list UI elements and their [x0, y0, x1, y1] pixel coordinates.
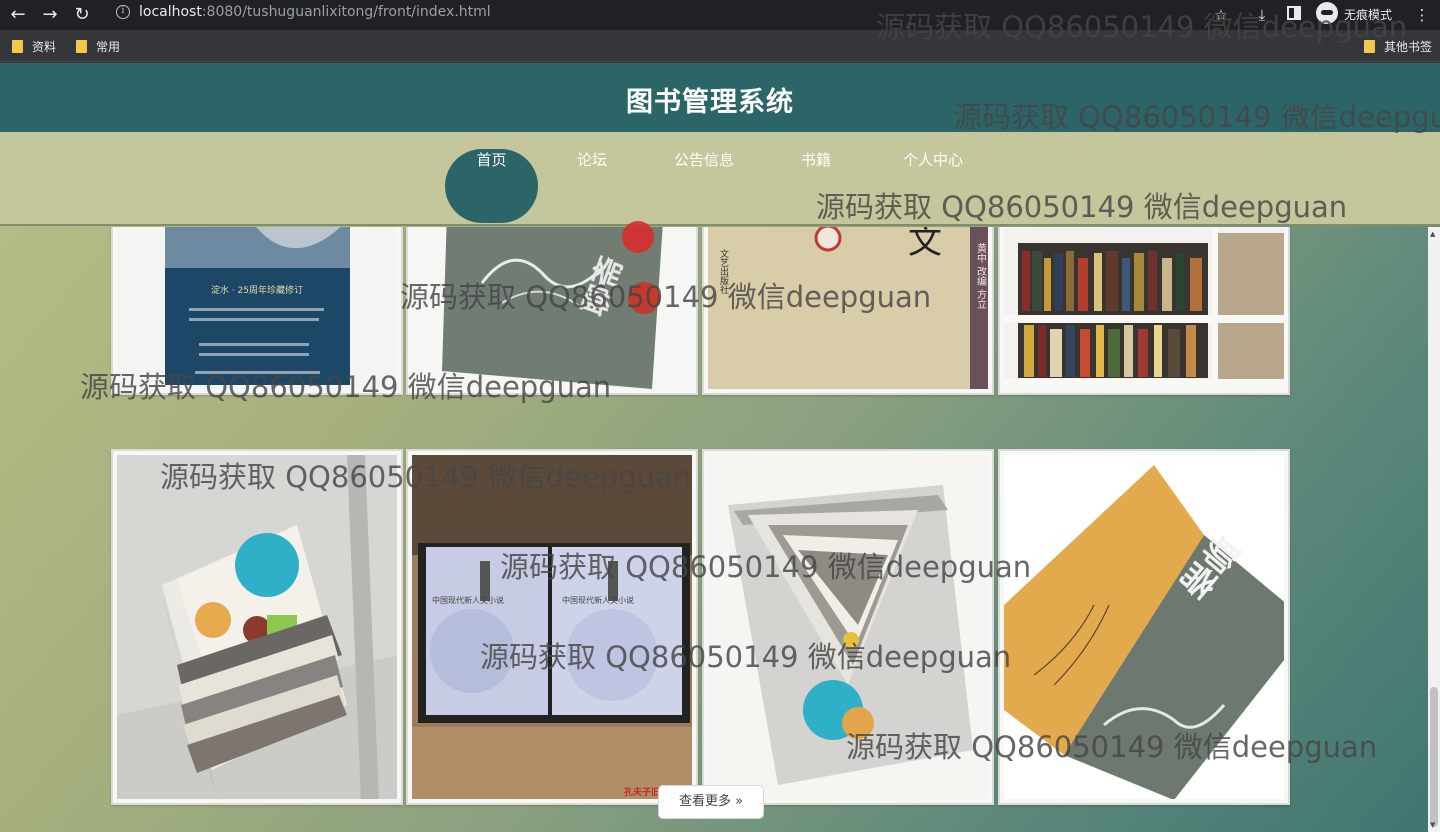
book-card[interactable]: 中国现代新人文小说 中国现代新人文小说 孔夫子旧书网	[406, 449, 698, 805]
watermark: 源码获取 QQ86050149 微信deepguan	[480, 640, 1012, 674]
page-scrollbar[interactable]: ▲ ▼	[1428, 227, 1440, 832]
book-card[interactable]	[998, 227, 1290, 395]
scroll-thumb[interactable]	[1430, 687, 1438, 827]
cursor-highlight	[622, 221, 654, 253]
book-card[interactable]	[111, 449, 403, 805]
svg-text:中国现代新人文小说: 中国现代新人文小说	[562, 595, 634, 605]
watermark: 源码获取 QQ86050149 微信deepguan	[876, 10, 1408, 44]
folder-icon	[12, 40, 23, 53]
view-more-button[interactable]: 查看更多 »	[658, 785, 764, 819]
nav-home[interactable]: 首页	[445, 149, 538, 170]
reload-icon[interactable]: ↻	[69, 3, 95, 27]
book-cover-image	[117, 455, 397, 799]
forward-icon[interactable]: →	[37, 3, 63, 27]
page-viewport: 淀水 · 25周年珍藏修订 聊斋 文艺出版社 黄中 改编 方立 文 中国现代新人…	[0, 63, 1440, 832]
url-text[interactable]: localhost:8080/tushuguanlixitong/front/i…	[139, 4, 491, 20]
nav-announcements[interactable]: 公告信息	[660, 149, 748, 170]
nav-books[interactable]: 书籍	[786, 149, 846, 170]
watermark: 源码获取 QQ86050149 微信deepguan	[846, 730, 1378, 764]
watermark: 源码获取 QQ86050149 微信deepguan	[80, 370, 612, 404]
watermark: 源码获取 QQ86050149 微信deepguan	[160, 460, 692, 494]
nav-personal-center[interactable]: 个人中心	[888, 149, 978, 170]
svg-text:淀水 · 25周年珍藏修订: 淀水 · 25周年珍藏修订	[211, 284, 303, 296]
svg-text:文: 文	[908, 227, 942, 262]
watermark: 源码获取 QQ86050149 微信deepguan	[953, 100, 1440, 134]
menu-icon[interactable]: ⋮	[1411, 4, 1433, 26]
scroll-up-arrow-icon[interactable]: ▲	[1430, 230, 1435, 238]
bookmark-folder-ziliao[interactable]: 资料	[12, 38, 56, 55]
watermark: 源码获取 QQ86050149 微信deepguan	[500, 550, 1032, 584]
site-info-icon[interactable]: i	[116, 5, 130, 19]
bookmark-folder-changyong[interactable]: 常用	[76, 38, 120, 55]
watermark: 源码获取 QQ86050149 微信deepguan	[400, 280, 932, 314]
svg-text:中国现代新人文小说: 中国现代新人文小说	[432, 595, 504, 605]
book-cover-image	[1004, 227, 1284, 389]
folder-icon	[76, 40, 87, 53]
back-icon[interactable]: ←	[5, 3, 31, 27]
scroll-down-arrow-icon[interactable]: ▼	[1430, 821, 1435, 829]
book-cover-image: 中国现代新人文小说 中国现代新人文小说 孔夫子旧书网	[412, 455, 692, 799]
watermark: 源码获取 QQ86050149 微信deepguan	[816, 190, 1348, 224]
nav-forum[interactable]: 论坛	[560, 149, 624, 170]
svg-text:黄中 改编 方立: 黄中 改编 方立	[975, 242, 987, 310]
